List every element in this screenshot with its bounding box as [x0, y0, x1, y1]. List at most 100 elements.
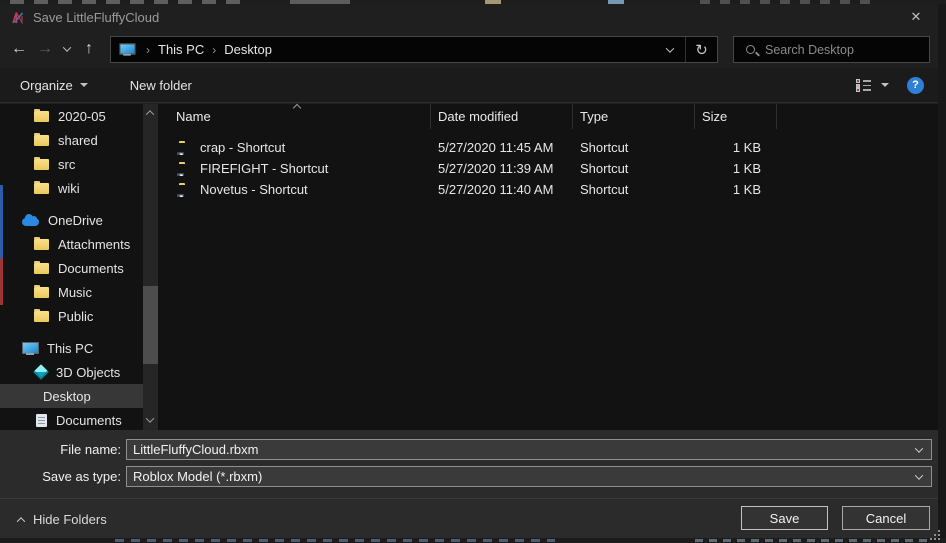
chevron-down-icon — [666, 44, 674, 52]
folder-icon — [34, 239, 49, 250]
folder-icon — [34, 111, 49, 122]
shortcut-arrow-icon — [177, 173, 184, 176]
forward-button[interactable]: → — [32, 36, 58, 62]
search-icon — [746, 45, 755, 54]
file-row[interactable]: Novetus - Shortcut 5/27/2020 11:40 AM Sh… — [158, 179, 938, 200]
chevron-down-icon[interactable] — [915, 471, 923, 479]
sidebar-item-3d-objects[interactable]: 3D Objects — [0, 360, 143, 384]
help-button[interactable]: ? — [907, 77, 924, 94]
background-window-sliver-left — [0, 258, 3, 305]
file-row[interactable]: crap - Shortcut 5/27/2020 11:45 AM Short… — [158, 137, 938, 158]
file-date-modified: 5/27/2020 11:45 AM — [431, 140, 573, 155]
scroll-down-icon[interactable] — [146, 414, 154, 422]
sidebar-item-src[interactable]: src — [0, 152, 143, 176]
sidebar-item-attachments[interactable]: Attachments — [0, 232, 143, 256]
sidebar-item-this-pc[interactable]: This PC — [0, 336, 143, 360]
dialog-footer: File name: Save as type: Roblox Model (*… — [0, 430, 938, 538]
refresh-icon: ↻ — [695, 41, 708, 59]
organize-button[interactable]: Organize — [8, 68, 100, 102]
folder-icon — [34, 287, 49, 298]
search-input[interactable] — [765, 43, 915, 57]
file-name-label: File name: — [0, 442, 121, 457]
file-name-combobox[interactable] — [126, 439, 932, 460]
column-header-type[interactable]: Type — [573, 104, 695, 129]
column-header-size[interactable]: Size — [695, 104, 777, 129]
shortcut-file-icon — [179, 185, 194, 197]
scrollbar-thumb[interactable] — [143, 286, 158, 364]
doc-icon — [36, 414, 47, 427]
background-window-sliver-right — [938, 4, 946, 543]
column-header-date-modified[interactable]: Date modified — [431, 104, 573, 129]
save-as-type-value: Roblox Model (*.rbxm) — [127, 469, 262, 484]
up-button[interactable]: ↑ — [76, 36, 102, 62]
breadcrumb-separator: › — [144, 43, 152, 57]
file-type: Shortcut — [573, 182, 695, 197]
shortcut-file-icon — [179, 164, 194, 176]
sidebar-item-public[interactable]: Public — [0, 304, 143, 328]
chevron-down-icon[interactable] — [915, 444, 923, 452]
file-row[interactable]: FIREFIGHT - Shortcut 5/27/2020 11:39 AM … — [158, 158, 938, 179]
new-folder-button[interactable]: New folder — [118, 68, 204, 102]
cube-icon — [33, 364, 49, 380]
column-header-name[interactable]: Name — [158, 104, 431, 129]
breadcrumb-separator: › — [210, 43, 218, 57]
resize-grip[interactable] — [930, 530, 944, 543]
background-window-sliver-left — [0, 185, 3, 258]
hide-folders-button[interactable]: Hide Folders — [18, 512, 107, 527]
breadcrumb-desktop[interactable]: Desktop — [218, 42, 278, 57]
list-view-icon — [856, 79, 871, 91]
scroll-up-icon[interactable] — [146, 110, 154, 118]
refresh-button[interactable]: ↻ — [685, 37, 717, 62]
window-title: Save LittleFluffyCloud — [33, 10, 159, 25]
folder-tree: 2020-05 shared src wiki OneDrive Attachm… — [0, 104, 143, 430]
folder-icon — [34, 159, 49, 170]
sidebar-item-music[interactable]: Music — [0, 280, 143, 304]
save-button[interactable]: Save — [741, 506, 828, 530]
this-pc-icon — [119, 43, 134, 55]
recent-locations-button[interactable] — [58, 36, 76, 62]
breadcrumb-this-pc[interactable]: This PC — [152, 42, 210, 57]
novetus-app-icon — [10, 10, 25, 25]
sidebar-item-documents[interactable]: Documents — [0, 256, 143, 280]
sidebar-item-documents[interactable]: Documents — [0, 408, 143, 430]
cancel-button[interactable]: Cancel — [842, 506, 930, 530]
file-size: 1 KB — [695, 182, 777, 197]
file-date-modified: 5/27/2020 11:40 AM — [431, 182, 573, 197]
address-bar[interactable]: › This PC › Desktop ↻ — [110, 36, 718, 63]
help-icon: ? — [912, 79, 919, 91]
file-type: Shortcut — [573, 161, 695, 176]
folder-icon — [34, 311, 49, 322]
cloud-icon — [22, 218, 39, 226]
dropdown-arrow-icon — [881, 83, 889, 87]
footer-button-bar: Hide Folders Save Cancel — [0, 498, 938, 538]
file-type: Shortcut — [573, 140, 695, 155]
pc-icon — [22, 342, 38, 355]
save-dialog: Save LittleFluffyCloud ✕ ← → ↑ › — [0, 4, 938, 538]
titlebar[interactable]: Save LittleFluffyCloud ✕ — [0, 4, 938, 30]
file-date-modified: 5/27/2020 11:39 AM — [431, 161, 573, 176]
column-headers: Name Date modified Type Size — [158, 104, 938, 129]
screen: Save LittleFluffyCloud ✕ ← → ↑ › — [0, 0, 946, 543]
breadcrumb: › This PC › Desktop — [111, 42, 655, 57]
navigation-bar: ← → ↑ › This PC › Desktop — [0, 30, 938, 68]
close-icon: ✕ — [911, 9, 922, 25]
save-as-type-label: Save as type: — [0, 469, 121, 484]
sidebar-item-2020-05[interactable]: 2020-05 — [0, 104, 143, 128]
forward-icon: → — [37, 40, 53, 58]
sidebar-item-desktop[interactable]: Desktop — [0, 384, 143, 408]
back-button[interactable]: ← — [6, 36, 32, 62]
sidebar-item-onedrive[interactable]: OneDrive — [0, 208, 143, 232]
hide-folders-label: Hide Folders — [33, 512, 107, 527]
close-button[interactable]: ✕ — [894, 4, 938, 30]
sidebar-item-shared[interactable]: shared — [0, 128, 143, 152]
sidebar-item-wiki[interactable]: wiki — [0, 176, 143, 200]
change-view-button[interactable] — [852, 68, 893, 102]
search-box — [733, 36, 930, 63]
sidebar-scrollbar[interactable] — [143, 104, 158, 430]
file-name: crap - Shortcut — [200, 140, 285, 155]
address-dropdown-button[interactable] — [655, 37, 685, 62]
file-size: 1 KB — [695, 161, 777, 176]
file-name-input[interactable] — [127, 442, 887, 457]
save-as-type-select[interactable]: Roblox Model (*.rbxm) — [126, 466, 932, 487]
organize-label: Organize — [20, 78, 73, 93]
